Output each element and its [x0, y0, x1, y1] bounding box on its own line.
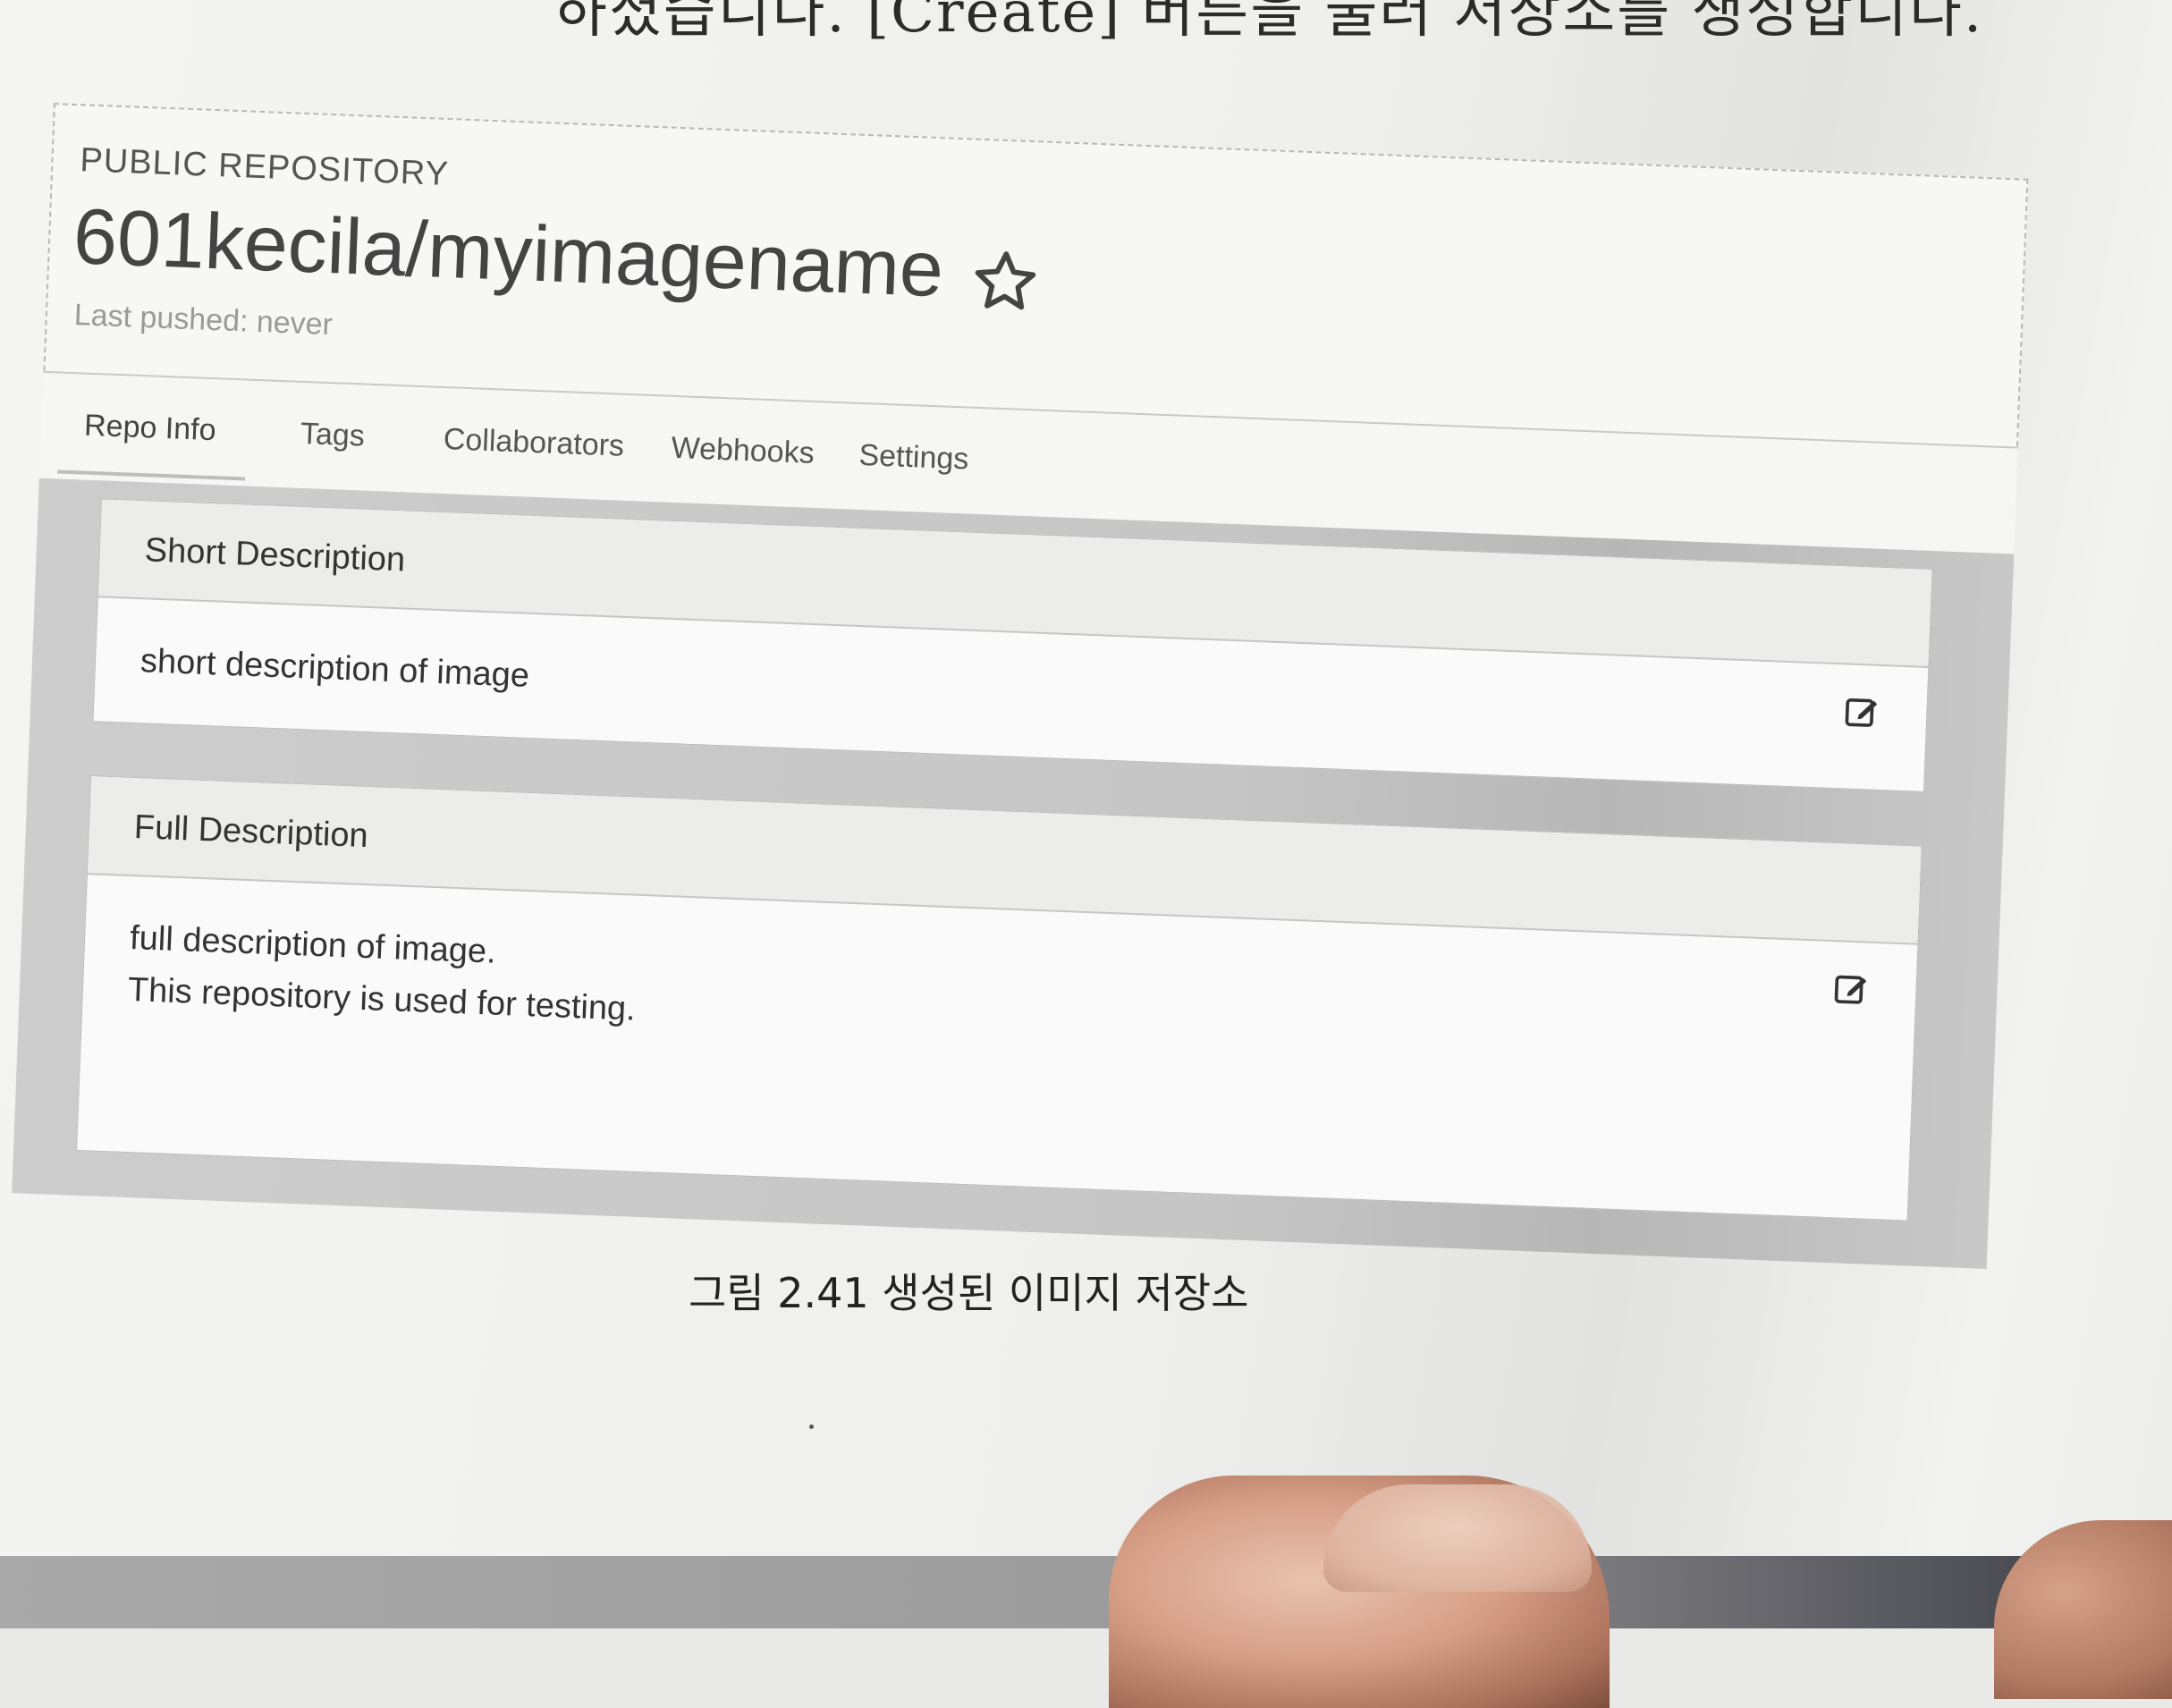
repo-title: 601kecila/myimagename: [72, 191, 945, 314]
tab-settings[interactable]: Settings: [858, 438, 969, 478]
full-description-panel: Full Description full description of ima…: [76, 775, 1923, 1222]
short-description-title: Short Description: [144, 531, 406, 579]
short-description-panel: Short Description short description of i…: [92, 498, 1933, 792]
last-pushed-text: Last pushed: never: [73, 298, 334, 342]
finger: [1994, 1520, 2172, 1699]
tab-webhooks[interactable]: Webhooks: [671, 431, 815, 471]
book-body-text: 하셨습니다. [Create] 버튼을 눌러 저장소를 생성합니다.: [554, 0, 1984, 46]
background-surface: [0, 1556, 2172, 1628]
book-page: 하셨습니다. [Create] 버튼을 눌러 저장소를 생성합니다. PUBLI…: [0, 0, 2172, 1708]
short-description-value: short description of image: [139, 642, 530, 695]
repo-visibility-label: PUBLIC REPOSITORY: [79, 141, 450, 194]
repo-info-content: Short Description short description of i…: [12, 478, 2015, 1269]
star-icon[interactable]: [969, 246, 1042, 318]
full-description-text: full description of image. This reposito…: [127, 912, 638, 1036]
tab-collaborators[interactable]: Collaborators: [443, 422, 625, 464]
edit-icon[interactable]: [1842, 691, 1883, 732]
figure-caption: 그림 2.41 생성된 이미지 저장소: [689, 1269, 1249, 1317]
short-description-text: short description of image: [139, 635, 530, 702]
page-speck: [809, 1425, 814, 1429]
full-description-title: Full Description: [133, 808, 369, 856]
tab-repo-info[interactable]: Repo Info: [83, 409, 216, 449]
tab-tags[interactable]: Tags: [300, 417, 365, 454]
edit-icon[interactable]: [1831, 968, 1872, 1010]
full-description-header: Full Description: [87, 776, 1922, 945]
docker-hub-screenshot: PUBLIC REPOSITORY 601kecila/myimagename …: [7, 103, 2029, 1394]
thumb-nail: [1323, 1484, 1592, 1592]
